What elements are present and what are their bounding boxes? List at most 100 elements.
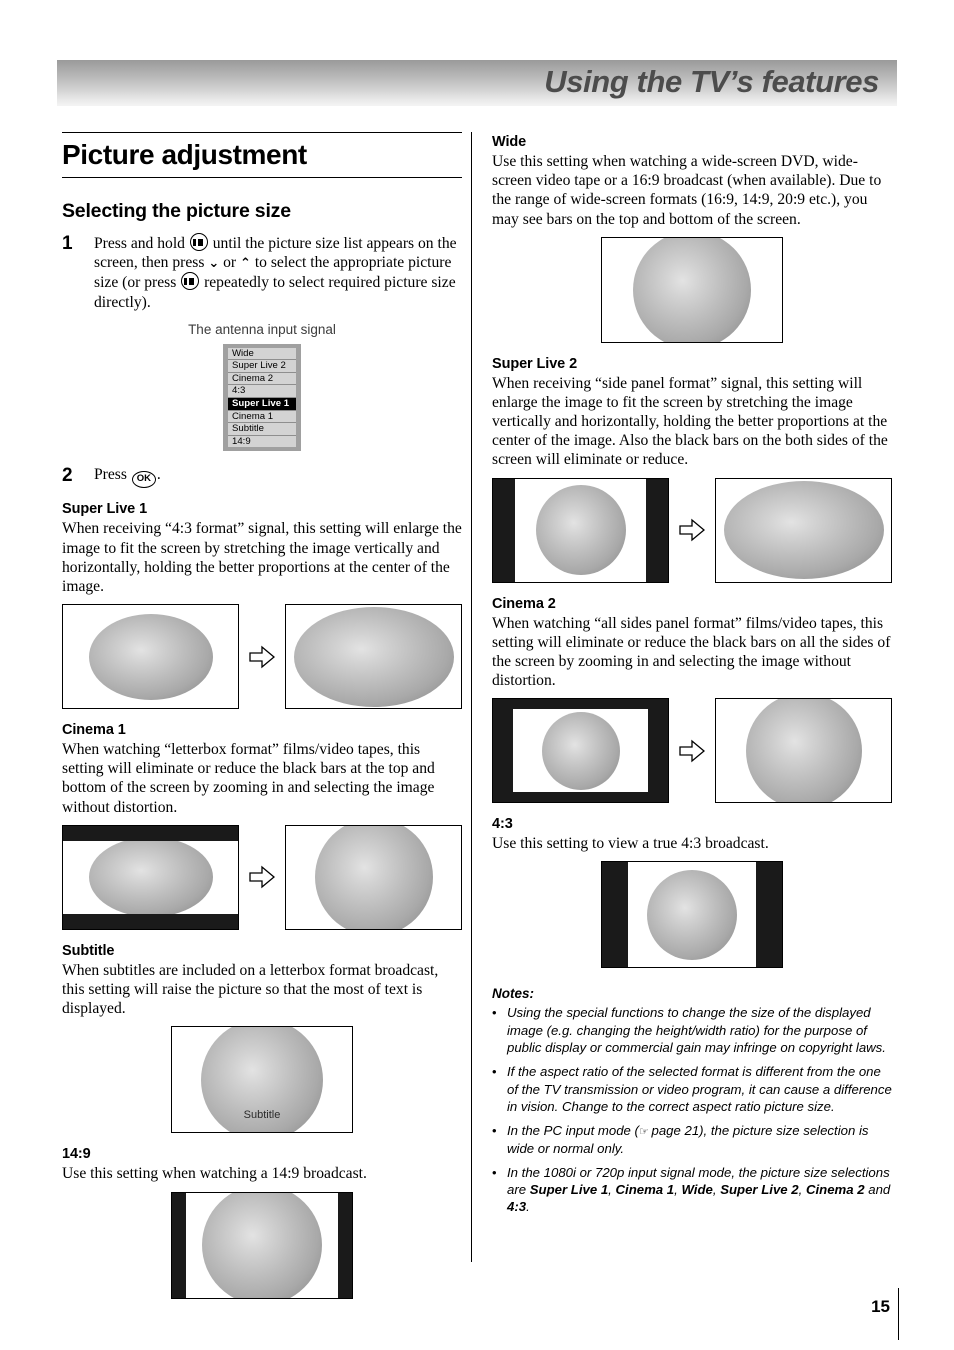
picture-size-key-icon-2 — [181, 272, 200, 291]
picture-size-list-caption: The antenna input signal — [188, 321, 336, 337]
figure-cinema-2 — [492, 698, 892, 804]
step-1-number: 1 — [62, 233, 73, 254]
step-2-text: Press OK. — [94, 465, 462, 489]
body-4-3: Use this setting to view a true 4:3 broa… — [492, 835, 769, 853]
note-text-post: . — [526, 1199, 530, 1215]
body-wide: Use this setting when watching a wide-sc… — [492, 153, 882, 228]
note-item: • Using the special functions to change … — [492, 1004, 892, 1056]
left-column: Picture adjustment Selecting the picture… — [62, 132, 462, 1299]
body-cinema-2: When watching “all sides panel format” f… — [492, 614, 891, 690]
notes-title: Notes: — [492, 986, 535, 1002]
picture-size-option[interactable]: Subtitle — [228, 423, 296, 436]
page-header-banner: Using the TV’s features — [57, 60, 897, 106]
step-1-text-part-3: or — [219, 254, 241, 272]
heading-cinema-2: Cinema 2 — [492, 595, 556, 612]
note-bullet: • — [492, 1005, 497, 1021]
picture-blob — [647, 869, 737, 960]
tv-screen-content — [716, 699, 891, 803]
note-text: Using the special functions to change th… — [507, 1005, 886, 1055]
note-bold-term: Wide — [681, 1182, 713, 1198]
body-cinema-1: When watching “letterbox format” films/v… — [62, 741, 435, 816]
picture-size-option[interactable]: Cinema 1 — [228, 410, 296, 424]
tv-screen-after — [715, 698, 892, 804]
letterbox-bar-top — [63, 825, 238, 841]
figure-14-9 — [62, 1191, 462, 1299]
subtitle-overlay-text: Subtitle — [243, 1108, 281, 1121]
page-title: Picture adjustment — [62, 139, 307, 170]
picture-size-option[interactable]: 14:9 — [228, 435, 296, 448]
note-bullet: • — [492, 1064, 497, 1080]
note-bullet: • — [492, 1164, 497, 1180]
all-sides-bar-top — [493, 699, 668, 710]
body-super-live-1: When receiving “4:3 format” signal, this… — [62, 520, 462, 595]
figure-4-3 — [492, 861, 892, 969]
heading-subtitle: Subtitle — [62, 942, 115, 959]
side-panel-bar-left — [493, 478, 515, 582]
heading-14-9: 14:9 — [62, 1146, 91, 1163]
all-sides-bar-left — [493, 699, 513, 803]
tv-screen-content — [286, 605, 461, 709]
heading-super-live-2: Super Live 2 — [492, 355, 578, 372]
picture-size-option-selected[interactable]: Super Live 1 — [228, 398, 296, 411]
picture-blob — [633, 237, 751, 342]
picture-size-option[interactable]: 4:3 — [228, 385, 296, 399]
pillarbox-bar-right — [756, 862, 782, 968]
tv-screen-subtitle: Subtitle — [171, 1026, 353, 1134]
tv-screen-content — [63, 605, 238, 709]
tv-screen-before — [492, 698, 669, 804]
transform-arrow — [239, 645, 285, 669]
pointing-hand-icon: ☞ — [638, 1125, 649, 1139]
picture-blob — [535, 485, 626, 576]
body-super-live-2: When receiving “side panel format” signa… — [492, 374, 888, 469]
tv-screen-content — [493, 699, 668, 803]
figure-super-live-1 — [62, 604, 462, 710]
tv-screen-after — [285, 604, 462, 710]
note-item: • If the aspect ratio of the selected fo… — [492, 1063, 892, 1115]
tv-screen-content — [602, 862, 782, 968]
note-bold-term: Cinema 2 — [805, 1182, 865, 1198]
note-bold-term: Super Live 1 — [529, 1182, 609, 1198]
section-title: Selecting the picture size — [62, 200, 291, 222]
heading-cinema-1: Cinema 1 — [62, 722, 126, 739]
letterbox-bar-bottom — [63, 913, 238, 929]
chevron-down-icon: ⌄ — [208, 256, 220, 272]
picture-size-list[interactable]: Wide Super Live 2 Cinema 2 4:3 Super Liv… — [223, 343, 301, 452]
tv-screen-content — [493, 478, 668, 582]
picture-size-list-figure: The antenna input signal Wide Super Live… — [62, 322, 462, 452]
note-bold-term: 4:3 — [507, 1199, 527, 1215]
tv-screen-content — [716, 478, 891, 582]
page-header-title: Using the TV’s features — [544, 64, 879, 99]
all-sides-bar-bottom — [493, 792, 668, 803]
all-sides-bar-right — [648, 699, 668, 803]
step-1: 1 Press and hold until the picture size … — [62, 233, 462, 312]
page-number: 15 — [871, 1297, 890, 1316]
transform-arrow — [669, 518, 715, 542]
tv-screen-wide — [601, 236, 783, 343]
side-panel-bar-right — [646, 478, 668, 582]
chevron-up-icon: ⌃ — [240, 256, 251, 272]
step-1-text-part-1: Press and hold — [94, 235, 189, 252]
note-text: If the aspect ratio of the selected form… — [507, 1064, 892, 1114]
step-1-text: Press and hold until the picture size li… — [94, 233, 462, 312]
picture-blob — [723, 481, 884, 580]
picture-blob — [88, 613, 213, 700]
right-column: Wide Use this setting when watching a wi… — [492, 132, 892, 1223]
tv-screen-after — [285, 824, 462, 930]
heading-rule-bottom — [62, 177, 462, 178]
figure-cinema-1 — [62, 824, 462, 930]
footer-vertical-rule — [898, 1288, 899, 1340]
picture-blob — [314, 825, 433, 929]
ok-key-icon: OK — [131, 471, 156, 489]
picture-size-option[interactable]: Wide — [228, 347, 296, 361]
picture-size-option[interactable]: Super Live 2 — [228, 360, 296, 373]
heading-super-live-1: Super Live 1 — [62, 501, 148, 518]
step-2-number: 2 — [62, 465, 73, 487]
note-conjunction: and — [864, 1182, 891, 1198]
picture-blob — [202, 1192, 322, 1298]
transform-arrow — [239, 865, 285, 889]
heading-wide: Wide — [492, 134, 527, 150]
picture-size-option[interactable]: Cinema 2 — [228, 372, 296, 386]
heading-rule-top — [62, 132, 462, 133]
note-text: In the PC input mode (☞ page 21), the pi… — [507, 1122, 892, 1157]
picture-blob — [88, 837, 213, 918]
